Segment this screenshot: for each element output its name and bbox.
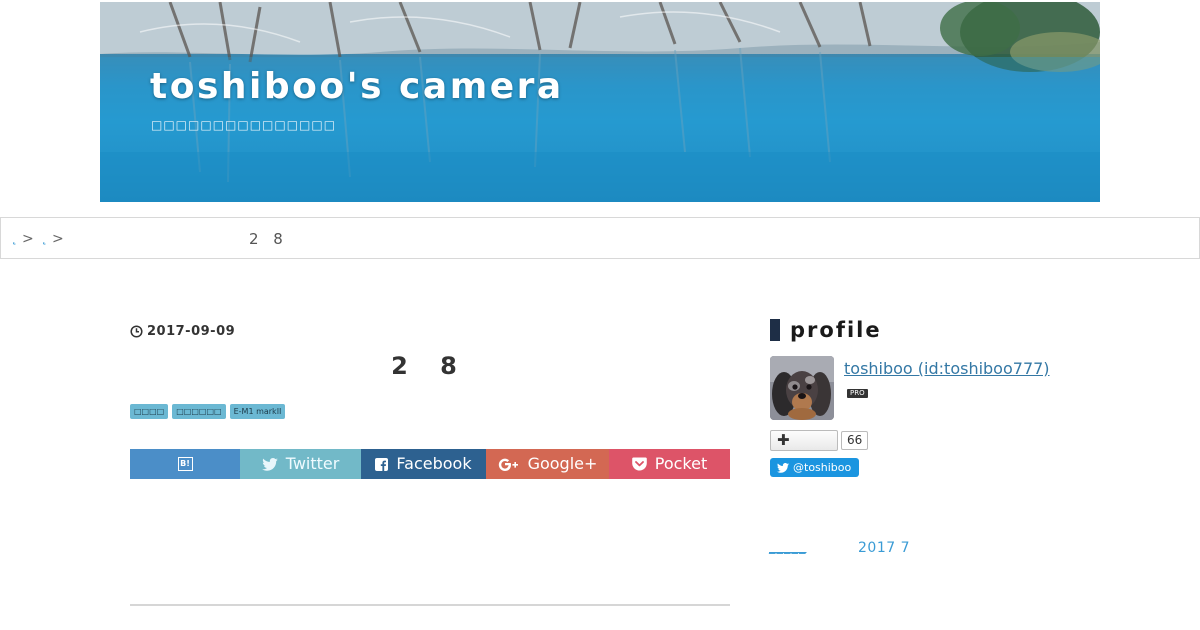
entry-date[interactable]: 2017-09-09	[130, 324, 235, 339]
breadcrumb-link-category[interactable]: ˛	[41, 231, 48, 246]
archive-month-link[interactable]: 2017 7	[858, 540, 910, 556]
site-title[interactable]: toshiboo's camera	[150, 66, 564, 107]
google-plus-share-button[interactable]: Google+	[486, 449, 609, 479]
twitter-icon	[261, 457, 278, 471]
entry-date-text: 2017-09-09	[147, 324, 236, 339]
breadcrumb-current: 2 8	[249, 230, 288, 248]
pocket-icon	[631, 457, 647, 471]
profile-name-link[interactable]: toshiboo (id:toshiboo777)	[844, 359, 1050, 378]
facebook-share-label: Facebook	[396, 454, 472, 473]
pro-badge: PRO	[847, 389, 868, 398]
plus-icon: ✚	[777, 431, 790, 449]
sidebar-profile-heading: profile	[770, 318, 882, 342]
category-tag[interactable]: □□□□□□	[172, 404, 226, 419]
breadcrumb-separator: >	[22, 231, 34, 247]
follower-count: 66	[841, 431, 869, 450]
pocket-share-label: Pocket	[654, 454, 708, 473]
breadcrumb-link-home[interactable]: ˛	[11, 231, 18, 246]
google-plus-icon	[498, 458, 518, 471]
category-tag[interactable]: □□□□	[130, 404, 169, 419]
pocket-share-button[interactable]: Pocket	[609, 449, 730, 479]
breadcrumb-separator: >	[52, 231, 64, 247]
entry-title[interactable]: 2 8	[130, 352, 730, 380]
header-banner: toshiboo's camera □□□□□□□□□□□□□□□	[100, 2, 1100, 202]
breadcrumb: ˛ > ˛ > 2 8	[0, 217, 1200, 259]
dog-avatar-image	[770, 356, 834, 420]
google-plus-share-label: Google+	[527, 454, 598, 473]
hatena-bookmark-button[interactable]: B!	[130, 449, 240, 479]
archive-link[interactable]: _____	[769, 540, 807, 555]
twitter-follow-button[interactable]: @toshiboo	[770, 458, 859, 477]
entry-categories: □□□□ □□□□□□ E-M1 markII	[130, 404, 286, 419]
twitter-share-label: Twitter	[285, 454, 340, 473]
hatena-bookmark-icon: B!	[177, 457, 193, 471]
site-subtitle: □□□□□□□□□□□□□□□	[151, 118, 337, 132]
twitter-handle: @toshiboo	[793, 461, 852, 474]
share-buttons: B! Twitter Facebook Google+ Pocket	[130, 449, 730, 479]
avatar[interactable]	[770, 356, 834, 420]
clock-icon	[130, 325, 143, 338]
sidebar-heading-text: profile	[790, 318, 882, 342]
twitter-icon	[777, 462, 789, 473]
facebook-icon	[375, 457, 389, 471]
entry-divider	[130, 604, 730, 606]
facebook-share-button[interactable]: Facebook	[361, 449, 486, 479]
twitter-share-button[interactable]: Twitter	[240, 449, 361, 479]
category-tag[interactable]: E-M1 markII	[229, 404, 286, 419]
heading-accent-bar	[770, 319, 780, 341]
hatena-follow-button[interactable]: ✚	[770, 430, 838, 451]
